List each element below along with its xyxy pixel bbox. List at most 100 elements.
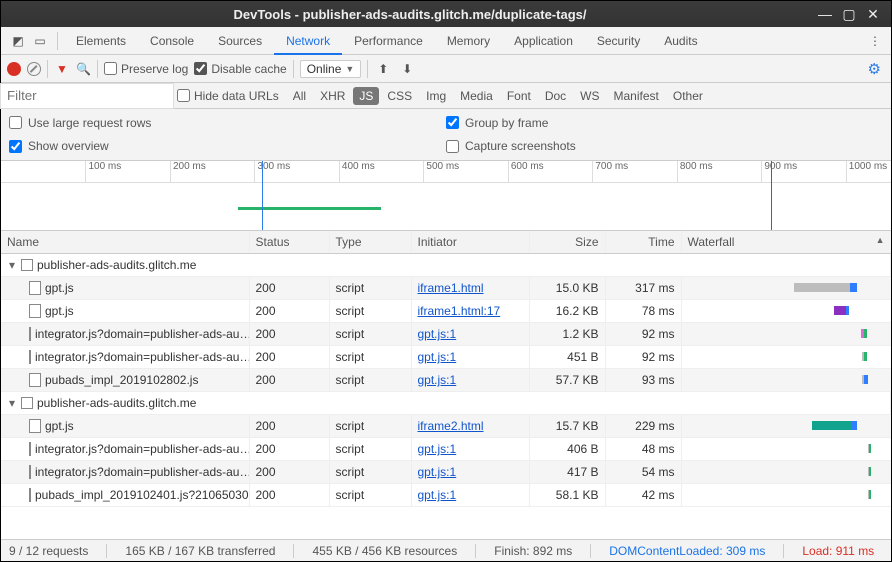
capture-screenshots-checkbox[interactable]: Capture screenshots	[446, 139, 883, 153]
cell-waterfall	[681, 369, 891, 392]
cell-size: 15.0 KB	[529, 277, 605, 300]
frame-icon	[21, 259, 33, 271]
filter-type-manifest[interactable]: Manifest	[608, 87, 665, 105]
preserve-log-checkbox[interactable]: Preserve log	[104, 62, 188, 76]
tab-performance[interactable]: Performance	[342, 27, 435, 55]
group-by-frame-checkbox[interactable]: Group by frame	[446, 116, 883, 130]
use-large-rows-checkbox[interactable]: Use large request rows	[9, 116, 446, 130]
filter-type-all[interactable]: All	[287, 87, 312, 105]
filter-type-other[interactable]: Other	[667, 87, 709, 105]
initiator-link[interactable]: gpt.js:1	[418, 373, 457, 387]
more-menu-icon[interactable]: ⋮	[865, 34, 885, 48]
request-name: pubads_impl_2019102401.js?21065030	[35, 488, 249, 502]
tab-audits[interactable]: Audits	[652, 27, 709, 55]
cell-name: integrator.js?domain=publisher-ads-au…	[1, 438, 249, 461]
collapse-icon[interactable]: ▾	[7, 258, 17, 272]
filter-toggle-icon[interactable]: ▼	[54, 62, 70, 76]
cell-name: gpt.js	[1, 277, 249, 300]
timeline-tick: 800 ms	[677, 161, 713, 183]
request-row[interactable]: integrator.js?domain=publisher-ads-au…20…	[1, 346, 891, 369]
request-row[interactable]: integrator.js?domain=publisher-ads-au…20…	[1, 461, 891, 484]
filter-type-xhr[interactable]: XHR	[314, 87, 351, 105]
col-status[interactable]: Status	[249, 231, 329, 254]
export-har-icon[interactable]: ⬇	[398, 62, 416, 76]
request-row[interactable]: integrator.js?domain=publisher-ads-au…20…	[1, 323, 891, 346]
filter-type-doc[interactable]: Doc	[539, 87, 572, 105]
clear-button[interactable]	[27, 62, 41, 76]
hide-data-urls-checkbox[interactable]: Hide data URLs	[177, 89, 279, 103]
import-har-icon[interactable]: ⬆	[374, 62, 392, 76]
throttling-select[interactable]: Online▼	[300, 60, 362, 78]
cell-waterfall	[681, 484, 891, 507]
tab-network[interactable]: Network	[274, 27, 342, 55]
request-name: integrator.js?domain=publisher-ads-au…	[35, 350, 249, 364]
filter-type-font[interactable]: Font	[501, 87, 537, 105]
col-waterfall[interactable]: Waterfall▲	[681, 231, 891, 254]
overview-timeline[interactable]: 100 ms200 ms300 ms400 ms500 ms600 ms700 …	[1, 161, 891, 231]
filter-type-media[interactable]: Media	[454, 87, 499, 105]
dcl-marker	[262, 161, 263, 230]
frame-group-row[interactable]: ▾publisher-ads-audits.glitch.me	[1, 254, 891, 277]
inspect-element-icon[interactable]: ◩	[7, 34, 29, 48]
frame-title: publisher-ads-audits.glitch.me	[37, 396, 196, 410]
close-button[interactable]: ✕	[861, 6, 885, 23]
tab-elements[interactable]: Elements	[64, 27, 138, 55]
request-row[interactable]: integrator.js?domain=publisher-ads-au…20…	[1, 438, 891, 461]
devtools-window: DevTools - publisher-ads-audits.glitch.m…	[0, 0, 892, 562]
tab-memory[interactable]: Memory	[435, 27, 502, 55]
cell-status: 200	[249, 415, 329, 438]
maximize-button[interactable]: ▢	[837, 6, 861, 23]
initiator-link[interactable]: gpt.js:1	[418, 442, 457, 456]
cell-type: script	[329, 369, 411, 392]
tab-sources[interactable]: Sources	[206, 27, 274, 55]
filter-type-css[interactable]: CSS	[381, 87, 418, 105]
request-name: integrator.js?domain=publisher-ads-au…	[35, 465, 249, 479]
network-table[interactable]: Name Status Type Initiator Size Time Wat…	[1, 231, 891, 539]
request-row[interactable]: gpt.js200scriptiframe2.html15.7 KB229 ms	[1, 415, 891, 438]
search-icon[interactable]: 🔍	[76, 62, 91, 76]
request-row[interactable]: pubads_impl_2019102401.js?21065030200scr…	[1, 484, 891, 507]
device-toolbar-icon[interactable]: ▭	[29, 34, 51, 48]
col-type[interactable]: Type	[329, 231, 411, 254]
timeline-tick: 300 ms	[254, 161, 290, 183]
frame-group-row[interactable]: ▾ publisher-ads-audits.glitch.me	[1, 392, 891, 415]
cell-status: 200	[249, 461, 329, 484]
tab-security[interactable]: Security	[585, 27, 652, 55]
minimize-button[interactable]: —	[813, 6, 837, 22]
disable-cache-checkbox[interactable]: Disable cache	[194, 62, 286, 76]
request-name: pubads_impl_2019102802.js	[45, 373, 198, 387]
col-size[interactable]: Size	[529, 231, 605, 254]
filter-type-js[interactable]: JS	[353, 87, 379, 105]
initiator-link[interactable]: iframe1.html:17	[418, 304, 501, 318]
filter-input[interactable]	[1, 84, 173, 108]
settings-gear-icon[interactable]: ⚙	[868, 60, 881, 78]
tab-console[interactable]: Console	[138, 27, 206, 55]
request-row[interactable]: gpt.js200scriptiframe1.html15.0 KB317 ms	[1, 277, 891, 300]
show-overview-checkbox[interactable]: Show overview	[9, 139, 446, 153]
collapse-icon[interactable]: ▾	[7, 396, 17, 410]
request-name: integrator.js?domain=publisher-ads-au…	[35, 442, 249, 456]
tab-application[interactable]: Application	[502, 27, 585, 55]
initiator-link[interactable]: gpt.js:1	[418, 465, 457, 479]
cell-status: 200	[249, 277, 329, 300]
initiator-link[interactable]: iframe2.html	[418, 419, 484, 433]
initiator-link[interactable]: iframe1.html	[418, 281, 484, 295]
col-name[interactable]: Name	[1, 231, 249, 254]
cell-size: 58.1 KB	[529, 484, 605, 507]
record-button[interactable]	[7, 62, 21, 76]
initiator-link[interactable]: gpt.js:1	[418, 350, 457, 364]
request-row[interactable]: gpt.js200scriptiframe1.html:1716.2 KB78 …	[1, 300, 891, 323]
file-icon	[29, 327, 31, 341]
col-time[interactable]: Time	[605, 231, 681, 254]
timeline-tick: 900 ms	[761, 161, 797, 183]
filter-type-img[interactable]: Img	[420, 87, 452, 105]
initiator-link[interactable]: gpt.js:1	[418, 488, 457, 502]
cell-initiator: iframe2.html	[411, 415, 529, 438]
cell-time: 54 ms	[605, 461, 681, 484]
request-row[interactable]: pubads_impl_2019102802.js200scriptgpt.js…	[1, 369, 891, 392]
col-initiator[interactable]: Initiator	[411, 231, 529, 254]
filter-type-ws[interactable]: WS	[574, 87, 605, 105]
cell-waterfall	[681, 415, 891, 438]
initiator-link[interactable]: gpt.js:1	[418, 327, 457, 341]
status-requests: 9 / 12 requests	[9, 544, 88, 558]
